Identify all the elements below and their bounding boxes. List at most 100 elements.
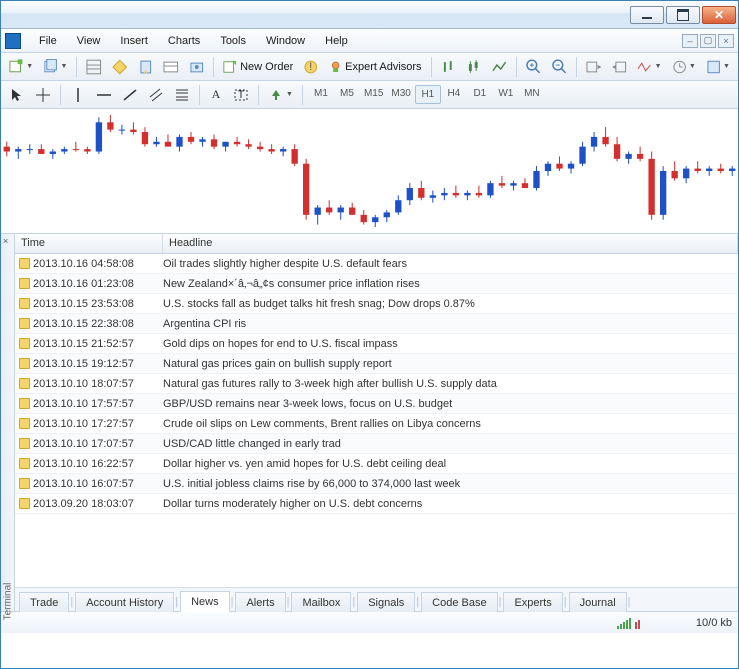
indicators-button[interactable]: ▼ — [633, 56, 665, 78]
metaeditor-button[interactable]: ! — [299, 56, 323, 78]
news-row[interactable]: 2013.10.10 17:57:57GBP/USD remains near … — [15, 394, 738, 414]
col-time-header[interactable]: Time — [15, 234, 163, 253]
news-row[interactable]: 2013.10.16 04:58:08Oil trades slightly h… — [15, 254, 738, 274]
horizontal-line-button[interactable] — [92, 84, 116, 106]
mdi-restore-button[interactable]: ▢ — [700, 34, 716, 48]
zoom-out-button[interactable] — [548, 56, 572, 78]
cursor-button[interactable] — [5, 84, 29, 106]
news-icon — [15, 478, 33, 489]
news-headline: Dollar higher vs. yen amid hopes for U.S… — [163, 458, 738, 470]
news-row[interactable]: 2013.10.15 23:53:08U.S. stocks fall as b… — [15, 294, 738, 314]
strategy-tester-button[interactable] — [185, 56, 209, 78]
menu-window[interactable]: Window — [256, 32, 315, 50]
bar-chart-button[interactable] — [437, 56, 461, 78]
news-row[interactable]: 2013.10.10 17:07:57USD/CAD little change… — [15, 434, 738, 454]
menu-view[interactable]: View — [67, 32, 111, 50]
menu-help[interactable]: Help — [315, 32, 358, 50]
timeframe-h4[interactable]: H4 — [441, 85, 467, 104]
tab-code-base[interactable]: Code Base — [421, 592, 497, 612]
svg-text:!: ! — [310, 60, 313, 72]
templates-button[interactable]: ▼ — [702, 56, 734, 78]
window-minimize-button[interactable] — [630, 6, 664, 24]
vertical-line-button[interactable] — [66, 84, 90, 106]
zoom-in-button[interactable] — [522, 56, 546, 78]
auto-scroll-button[interactable] — [582, 56, 606, 78]
timeframe-w1[interactable]: W1 — [493, 85, 519, 104]
timeframe-m15[interactable]: M15 — [360, 85, 387, 104]
tab-account-history[interactable]: Account History — [75, 592, 174, 612]
menu-tools[interactable]: Tools — [210, 32, 256, 50]
data-window-button[interactable] — [134, 56, 158, 78]
news-headline: GBP/USD remains near 3-week lows, focus … — [163, 398, 738, 410]
equidistant-channel-button[interactable] — [144, 84, 168, 106]
mdi-minimize-button[interactable]: – — [682, 34, 698, 48]
news-icon — [15, 358, 33, 369]
news-icon — [15, 338, 33, 349]
news-time: 2013.10.16 01:23:08 — [33, 278, 163, 290]
terminal-button[interactable] — [159, 56, 183, 78]
candlestick-chart-button[interactable] — [462, 56, 486, 78]
news-header: Time Headline — [15, 234, 738, 254]
news-headline: Argentina CPI ris — [163, 318, 738, 330]
news-list[interactable]: 2013.10.16 04:58:08Oil trades slightly h… — [15, 254, 738, 587]
news-row[interactable]: 2013.10.10 16:07:57U.S. initial jobless … — [15, 474, 738, 494]
timeframe-h1[interactable]: H1 — [415, 85, 441, 104]
news-icon — [15, 278, 33, 289]
news-row[interactable]: 2013.10.10 17:27:57Crude oil slips on Le… — [15, 414, 738, 434]
status-bar: 10/0 kb — [1, 611, 738, 633]
arrows-button[interactable]: ▼ — [264, 84, 297, 106]
timeframe-m1[interactable]: M1 — [308, 85, 334, 104]
periodicity-button[interactable]: ▼ — [668, 56, 700, 78]
mdi-close-button[interactable]: × — [718, 34, 734, 48]
terminal-tabs: Trade|Account History|News|Alerts|Mailbo… — [15, 587, 738, 611]
text-label-button[interactable]: T — [229, 84, 253, 106]
text-button[interactable]: A — [205, 84, 227, 106]
news-icon — [15, 498, 33, 509]
timeframe-mn[interactable]: MN — [519, 85, 545, 104]
chart-area[interactable] — [1, 109, 738, 233]
tab-experts[interactable]: Experts — [503, 592, 562, 612]
news-time: 2013.10.15 22:38:08 — [33, 318, 163, 330]
expert-advisors-button[interactable]: Expert Advisors — [325, 56, 426, 78]
news-icon — [15, 298, 33, 309]
new-order-button[interactable]: New Order — [219, 56, 297, 78]
news-time: 2013.10.16 04:58:08 — [33, 258, 163, 270]
menu-insert[interactable]: Insert — [110, 32, 158, 50]
news-row[interactable]: 2013.10.15 22:38:08Argentina CPI ris — [15, 314, 738, 334]
news-row[interactable]: 2013.10.15 21:52:57Gold dips on hopes fo… — [15, 334, 738, 354]
news-row[interactable]: 2013.10.15 19:12:57Natural gas prices ga… — [15, 354, 738, 374]
menu-charts[interactable]: Charts — [158, 32, 210, 50]
news-time: 2013.10.15 23:53:08 — [33, 298, 163, 310]
window-close-button[interactable]: ✕ — [702, 6, 736, 24]
col-headline-header[interactable]: Headline — [163, 234, 738, 253]
chart-shift-button[interactable] — [608, 56, 632, 78]
news-row[interactable]: 2013.10.10 18:07:57Natural gas futures r… — [15, 374, 738, 394]
line-chart-button[interactable] — [488, 56, 512, 78]
market-watch-button[interactable] — [82, 56, 106, 78]
tab-journal[interactable]: Journal — [569, 592, 627, 612]
news-row[interactable]: 2013.10.16 01:23:08New Zealand×´â‚¬â„¢s … — [15, 274, 738, 294]
crosshair-button[interactable] — [31, 84, 55, 106]
tab-trade[interactable]: Trade — [19, 592, 69, 612]
timeframe-m30[interactable]: M30 — [387, 85, 414, 104]
tab-news[interactable]: News — [180, 591, 230, 612]
app-icon — [5, 33, 21, 49]
new-chart-button[interactable]: ▼ — [5, 56, 37, 78]
timeframe-m5[interactable]: M5 — [334, 85, 360, 104]
fibonacci-button[interactable] — [170, 84, 194, 106]
window-maximize-button[interactable] — [666, 6, 700, 24]
news-headline: Natural gas prices gain on bullish suppl… — [163, 358, 738, 370]
tab-mailbox[interactable]: Mailbox — [291, 592, 351, 612]
tab-signals[interactable]: Signals — [357, 592, 415, 612]
news-headline: New Zealand×´â‚¬â„¢s consumer price infl… — [163, 278, 738, 290]
navigator-button[interactable] — [108, 56, 132, 78]
terminal-close-button[interactable]: × — [3, 236, 8, 246]
profiles-button[interactable]: ▼ — [39, 56, 71, 78]
news-row[interactable]: 2013.09.20 18:03:07Dollar turns moderate… — [15, 494, 738, 514]
news-icon — [15, 318, 33, 329]
news-row[interactable]: 2013.10.10 16:22:57Dollar higher vs. yen… — [15, 454, 738, 474]
trendline-button[interactable] — [118, 84, 142, 106]
timeframe-d1[interactable]: D1 — [467, 85, 493, 104]
menu-file[interactable]: File — [29, 32, 67, 50]
tab-alerts[interactable]: Alerts — [235, 592, 285, 612]
